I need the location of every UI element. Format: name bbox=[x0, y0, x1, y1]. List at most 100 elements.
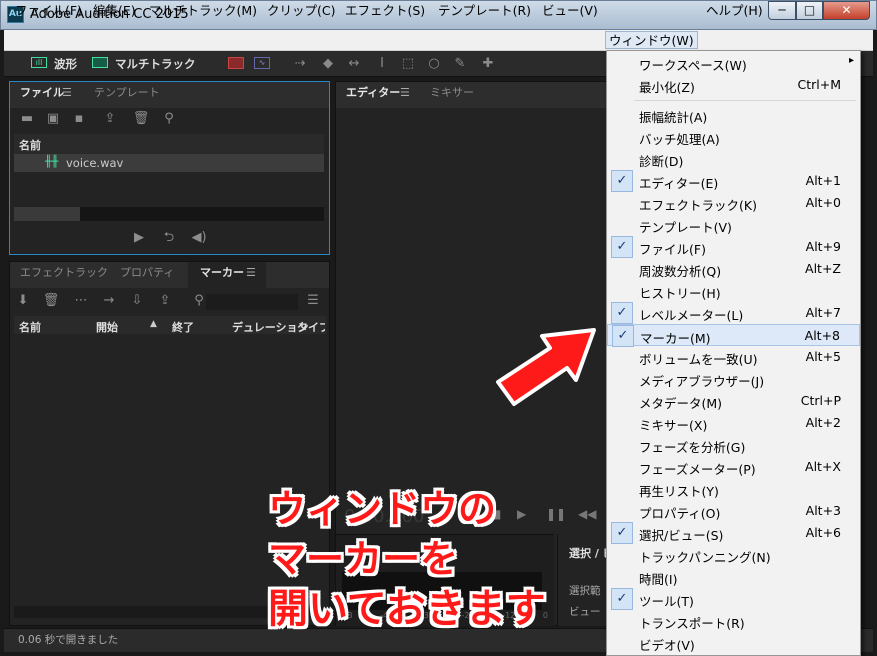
menu-clip[interactable]: クリップ(C) bbox=[264, 2, 338, 20]
window-menu-item[interactable]: フェーズメーター(P) Alt+X bbox=[607, 456, 860, 478]
window-menu-item[interactable]: ミキサー(X) Alt+2 bbox=[607, 412, 860, 434]
multitrack-view-button[interactable]: マルチトラック bbox=[115, 55, 196, 73]
window-menu-item[interactable]: ✓ 選択/ビュー(S) Alt+6 bbox=[607, 522, 860, 544]
play-icon[interactable]: ▶ bbox=[130, 230, 148, 246]
insert-playlist-icon[interactable]: ⇩ bbox=[128, 293, 146, 309]
window-menu-item[interactable]: ボリュームを一致(U) Alt+5 bbox=[607, 346, 860, 368]
window-menu-item[interactable]: ヒストリー(H) bbox=[607, 280, 860, 302]
window-menu-item[interactable]: ✓ ファイル(F) Alt+9 bbox=[607, 236, 860, 258]
column-end[interactable]: 終了 bbox=[172, 319, 194, 335]
marquee-tool-icon[interactable]: ⬚ bbox=[400, 56, 416, 71]
tab-properties[interactable]: プロパティ bbox=[112, 260, 182, 286]
window-menu-item[interactable]: メディアブラウザー(J) bbox=[607, 368, 860, 390]
go-to-start-icon[interactable]: ◀◀ bbox=[578, 507, 596, 521]
search-icon[interactable]: ⚲ bbox=[160, 111, 178, 127]
spot-healing-tool-icon[interactable]: ✚ bbox=[480, 56, 496, 71]
window-menu-item[interactable]: プロパティ(O) Alt+3 bbox=[607, 500, 860, 522]
menu-edit[interactable]: 編集(E) bbox=[90, 2, 139, 20]
razor-tool-icon[interactable]: ◆ bbox=[320, 56, 336, 71]
file-name: voice.wav bbox=[66, 156, 124, 170]
batch-icon[interactable]: ⇪ bbox=[156, 293, 174, 309]
checkmark-icon: ✓ bbox=[611, 236, 633, 258]
annotation-arrow-icon bbox=[496, 328, 596, 406]
panel-menu-icon[interactable]: ☰ bbox=[62, 86, 72, 99]
window-menu-item[interactable]: ✓ レベルメーター(L) Alt+7 bbox=[607, 302, 860, 324]
menu-view[interactable]: ビュー(V) bbox=[539, 2, 601, 20]
maximize-button[interactable]: □ bbox=[796, 1, 823, 20]
tab-template[interactable]: テンプレート bbox=[86, 80, 168, 106]
panel-menu-icon[interactable]: ☰ bbox=[400, 86, 410, 99]
new-file-icon[interactable]: ▪ bbox=[70, 111, 88, 127]
minimize-button[interactable]: ─ bbox=[768, 1, 796, 20]
move-tool-icon[interactable]: ⇢ bbox=[292, 56, 308, 71]
column-name[interactable]: 名前 bbox=[19, 319, 41, 335]
column-start[interactable]: 開始 bbox=[96, 319, 118, 335]
insert-into-multitrack-icon[interactable]: ⇪ bbox=[101, 111, 119, 127]
export-range-icon[interactable]: → bbox=[100, 293, 118, 309]
window-menu-item[interactable]: ✓ エディター(E) Alt+1 bbox=[607, 170, 860, 192]
menu-item-label: メタデータ(M) bbox=[639, 396, 723, 411]
menu-help[interactable]: ヘルプ(H) bbox=[703, 2, 766, 20]
menu-item-shortcut: Alt+3 bbox=[805, 503, 841, 518]
files-scrollbar-thumb[interactable] bbox=[14, 207, 80, 221]
window-menu-item[interactable]: ✓ ツール(T) bbox=[607, 588, 860, 610]
add-marker-icon[interactable]: ⬇ bbox=[14, 293, 32, 309]
tab-editor[interactable]: エディター bbox=[338, 80, 408, 106]
filter-icon[interactable]: ☰ bbox=[304, 293, 322, 309]
window-menu-item[interactable]: 最小化(Z) Ctrl+M bbox=[607, 74, 860, 96]
waveform-icon: ıll bbox=[31, 57, 47, 68]
autoplay-icon[interactable]: ◀) bbox=[190, 230, 208, 246]
window-menu-item[interactable]: ✓ マーカー(M) Alt+8 bbox=[607, 324, 860, 347]
window-menu-item[interactable]: 再生リスト(Y) bbox=[607, 478, 860, 500]
menu-item-shortcut: Alt+1 bbox=[805, 173, 841, 188]
files-column-header bbox=[14, 134, 324, 154]
menu-file[interactable]: ファイル(F) bbox=[12, 2, 85, 20]
window-menu-item[interactable]: トランスポート(R) bbox=[607, 610, 860, 632]
window-menu-item[interactable]: エフェクトラック(K) Alt+0 bbox=[607, 192, 860, 214]
menu-item-label: ヒストリー(H) bbox=[639, 286, 721, 301]
spectral-frequency-icon[interactable] bbox=[228, 57, 244, 69]
menu-item-label: ミキサー(X) bbox=[639, 418, 708, 433]
file-row[interactable] bbox=[14, 154, 324, 172]
loop-icon[interactable]: ⮌ bbox=[160, 230, 178, 246]
delete-marker-icon[interactable]: 🗑 bbox=[42, 293, 60, 309]
window-menu-item[interactable]: 周波数分析(Q) Alt+Z bbox=[607, 258, 860, 280]
window-menu-item[interactable]: フェーズを分析(G) bbox=[607, 434, 860, 456]
merge-markers-icon[interactable]: ⋯ bbox=[72, 293, 90, 309]
window-menu-item[interactable]: ワークスペース(W) ▸ bbox=[607, 52, 860, 74]
import-file-icon[interactable]: ▣ bbox=[44, 111, 62, 127]
menu-item-label: フェーズを分析(G) bbox=[639, 440, 746, 455]
menu-item-label: メディアブラウザー(J) bbox=[639, 374, 765, 389]
tab-mixer[interactable]: ミキサー bbox=[422, 80, 482, 106]
time-selection-tool-icon[interactable]: I bbox=[374, 56, 390, 71]
window-menu-item[interactable]: ビデオ(V) bbox=[607, 632, 860, 654]
play-icon[interactable]: ▶ bbox=[517, 507, 526, 521]
window-menu-item[interactable]: バッチ処理(A) bbox=[607, 126, 860, 148]
window-menu-item[interactable]: 時間(I) bbox=[607, 566, 860, 588]
open-file-icon[interactable]: ▬ bbox=[18, 111, 36, 127]
window-menu-item[interactable]: テンプレート(V) bbox=[607, 214, 860, 236]
spectral-pitch-icon[interactable]: ∿ bbox=[254, 57, 270, 69]
delete-icon[interactable]: 🗑 bbox=[132, 111, 150, 127]
column-name[interactable]: 名前 bbox=[19, 137, 41, 153]
window-menu-item[interactable]: 振幅統計(A) bbox=[607, 104, 860, 126]
close-button[interactable]: ✕ bbox=[823, 1, 870, 20]
menu-effects[interactable]: エフェクト(S) bbox=[342, 2, 428, 20]
tab-markers[interactable]: マーカー bbox=[192, 260, 252, 286]
pause-icon[interactable]: ❚❚ bbox=[546, 507, 566, 521]
menu-item-shortcut: Alt+6 bbox=[805, 525, 841, 540]
panel-menu-icon[interactable]: ☰ bbox=[246, 266, 256, 279]
marker-search-input[interactable] bbox=[206, 294, 298, 310]
menu-template[interactable]: テンプレート(R) bbox=[435, 2, 534, 20]
brush-tool-icon[interactable]: ✎ bbox=[452, 56, 468, 71]
waveform-view-button[interactable]: 波形 bbox=[54, 55, 77, 73]
column-type[interactable]: タイプ bbox=[297, 319, 325, 335]
window-menu-item[interactable]: メタデータ(M) Ctrl+P bbox=[607, 390, 860, 412]
menu-window[interactable]: ウィンドウ(W) bbox=[605, 31, 698, 49]
menu-multitrack[interactable]: マルチトラック(M) bbox=[146, 2, 260, 20]
window-menu-item[interactable]: 診断(D) bbox=[607, 148, 860, 170]
slip-tool-icon[interactable]: ↔ bbox=[346, 56, 362, 71]
window-menu-item[interactable]: トラックパンニング(N) bbox=[607, 544, 860, 566]
lasso-tool-icon[interactable]: ○ bbox=[426, 56, 442, 71]
tab-effects-rack[interactable]: エフェクトラック bbox=[12, 260, 116, 286]
